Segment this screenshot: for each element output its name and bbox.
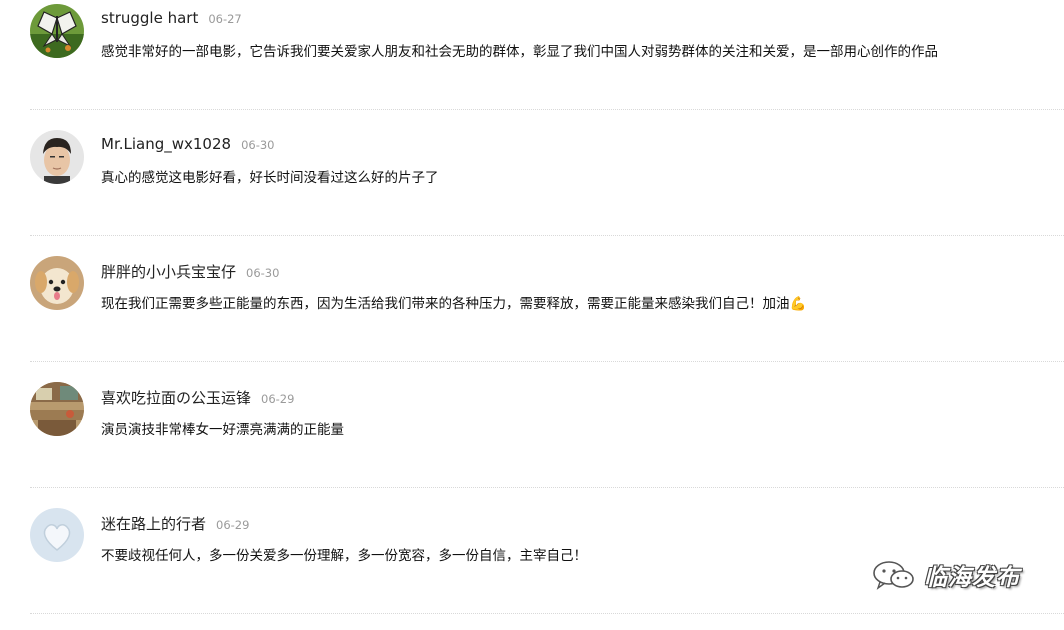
heart-avatar-icon [30, 508, 84, 562]
divider [30, 361, 1064, 362]
comment-item: struggle hart 06-27 感觉非常好的一部电影，它告诉我们要关爱家… [0, 0, 1064, 126]
comment-item: 胖胖的小小兵宝宝仔 06-30 现在我们正需要多些正能量的东西，因为生活给我们带… [0, 252, 1064, 378]
butterfly-avatar-icon [30, 4, 84, 58]
username[interactable]: 胖胖的小小兵宝宝仔 [101, 261, 236, 282]
divider [30, 613, 1064, 614]
watermark-text: 临海发布 [924, 565, 1020, 591]
comment-text: 感觉非常好的一部电影，它告诉我们要关爱家人朋友和社会无助的群体，彰显了我们中国人… [101, 44, 938, 60]
avatar[interactable] [30, 382, 84, 436]
divider [30, 235, 1064, 236]
username[interactable]: struggle hart [101, 9, 198, 27]
wechat-icon [873, 561, 914, 590]
comment-text: 真心的感觉这电影好看，好长时间没看过这么好的片子了 [101, 170, 439, 186]
comment-text: 演员演技非常棒女一好漂亮满满的正能量 [101, 422, 344, 438]
comment-date: 06-30 [241, 138, 275, 152]
comment-text: 现在我们正需要多些正能量的东西，因为生活给我们带来的各种压力，需要释放，需要正能… [101, 296, 807, 312]
comment-date: 06-27 [208, 12, 242, 26]
comment-date: 06-30 [246, 266, 280, 280]
comment-item: 喜欢吃拉面の公玉运锋 06-29 演员演技非常棒女一好漂亮满满的正能量 [0, 378, 1064, 504]
puppy-avatar-icon [30, 256, 84, 310]
man-portrait-avatar-icon [30, 130, 84, 184]
avatar[interactable] [30, 130, 84, 184]
username[interactable]: 喜欢吃拉面の公玉运锋 [101, 387, 251, 408]
comment-text: 不要歧视任何人，多一份关爱多一份理解，多一份宽容，多一份自信，主宰自己！ [101, 548, 587, 564]
avatar[interactable] [30, 256, 84, 310]
divider [30, 109, 1064, 110]
username[interactable]: Mr.Liang_wx1028 [101, 135, 231, 153]
avatar[interactable] [30, 4, 84, 58]
avatar[interactable] [30, 508, 84, 562]
comment-date: 06-29 [216, 518, 250, 532]
divider [30, 487, 1064, 488]
watermark: 临海发布 [872, 558, 1020, 592]
comment-date: 06-29 [261, 392, 295, 406]
comment-item: Mr.Liang_wx1028 06-30 真心的感觉这电影好看，好长时间没看过… [0, 126, 1064, 252]
username[interactable]: 迷在路上的行者 [101, 513, 206, 534]
room-photo-avatar-icon [30, 382, 84, 436]
